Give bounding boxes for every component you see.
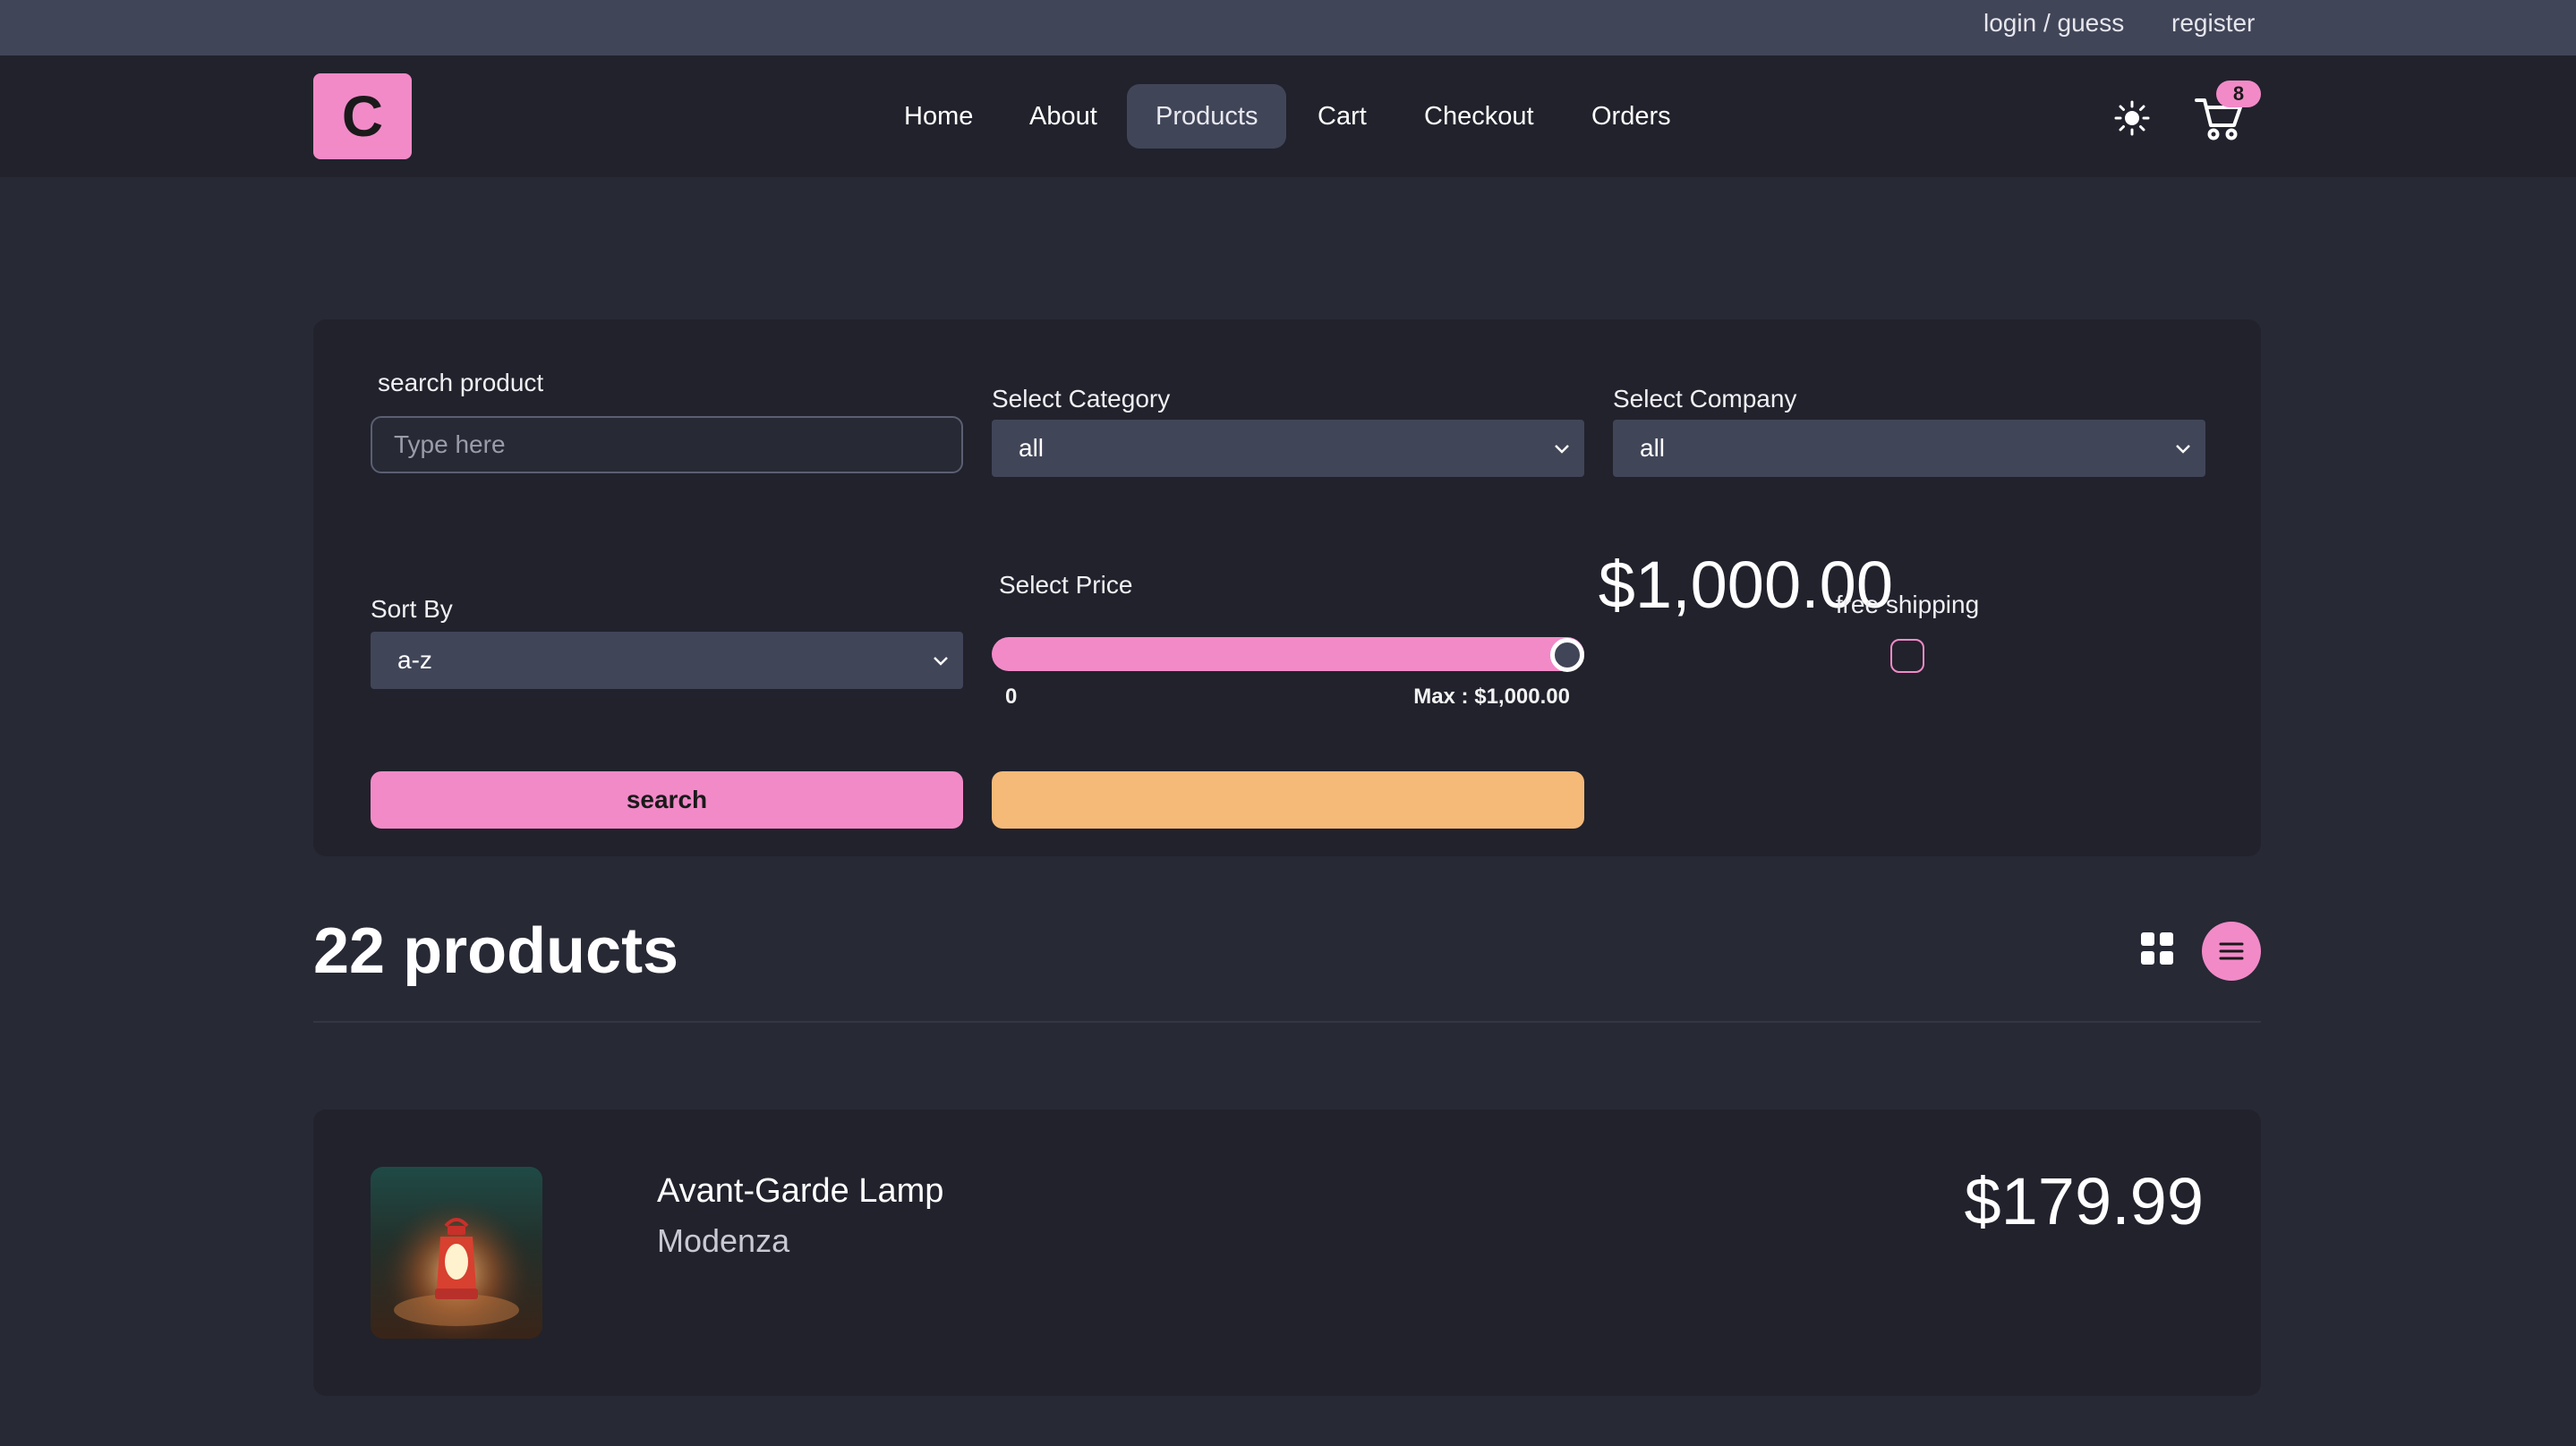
grid-layout-icon[interactable] xyxy=(2139,931,2175,966)
search-label: search product xyxy=(378,369,544,396)
nav-products[interactable]: Products xyxy=(1127,84,1287,149)
filters-panel: search product Select Category all Selec… xyxy=(313,319,2261,856)
sort-select[interactable]: a-z xyxy=(371,632,963,689)
cart-count-badge: 8 xyxy=(2216,81,2261,107)
list-layout-icon xyxy=(2219,942,2244,960)
chevron-down-icon xyxy=(934,657,948,666)
logo[interactable]: C xyxy=(313,73,412,159)
search-button[interactable]: search xyxy=(371,771,963,829)
price-range-max: Max : $1,000.00 xyxy=(1413,685,1570,709)
sort-label: Sort By xyxy=(371,595,453,623)
company-label: Select Company xyxy=(1613,385,1797,413)
price-range-thumb[interactable] xyxy=(1550,638,1584,672)
sort-select-value: a-z xyxy=(397,646,432,674)
products-count: 22 products xyxy=(313,915,679,987)
price-range-min: 0 xyxy=(1005,685,1018,709)
free-shipping-label: free shipping xyxy=(1835,591,1980,618)
nav-home[interactable]: Home xyxy=(875,84,1002,149)
nav-checkout[interactable]: Checkout xyxy=(1395,84,1563,149)
top-utility-bar: login / guess register xyxy=(0,0,2576,55)
nav-about[interactable]: About xyxy=(1001,84,1126,149)
navbar: C Home About Products Cart Checkout Orde… xyxy=(0,55,2576,177)
product-company: Modenza xyxy=(657,1222,790,1259)
lantern-image xyxy=(371,1167,542,1339)
category-select-value: all xyxy=(1019,434,1045,462)
product-image[interactable] xyxy=(371,1167,542,1339)
login-link[interactable]: login / guess xyxy=(1983,9,2124,38)
search-input[interactable] xyxy=(371,416,963,473)
price-range-track[interactable] xyxy=(992,637,1584,671)
company-select[interactable]: all xyxy=(1613,420,2205,477)
divider xyxy=(313,1021,2261,1023)
register-link[interactable]: register xyxy=(2171,9,2255,38)
nav-cart[interactable]: Cart xyxy=(1289,84,1395,149)
category-select[interactable]: all xyxy=(992,420,1584,477)
price-label: Select Price xyxy=(999,571,1133,599)
sun-icon[interactable] xyxy=(2114,100,2150,136)
category-label: Select Category xyxy=(992,385,1171,413)
chevron-down-icon xyxy=(1555,445,1569,454)
product-name: Avant-Garde Lamp xyxy=(657,1172,944,1210)
list-layout-button[interactable] xyxy=(2202,922,2261,981)
product-price: $179.99 xyxy=(1964,1164,2205,1238)
reset-button[interactable] xyxy=(992,771,1584,829)
nav-orders[interactable]: Orders xyxy=(1563,84,1700,149)
chevron-down-icon xyxy=(2176,445,2190,454)
company-select-value: all xyxy=(1640,434,1666,462)
price-value: $1,000.00 xyxy=(1598,548,1893,622)
product-row[interactable]: Avant-Garde Lamp Modenza $179.99 xyxy=(313,1110,2261,1396)
free-shipping-checkbox[interactable] xyxy=(1890,639,1924,673)
